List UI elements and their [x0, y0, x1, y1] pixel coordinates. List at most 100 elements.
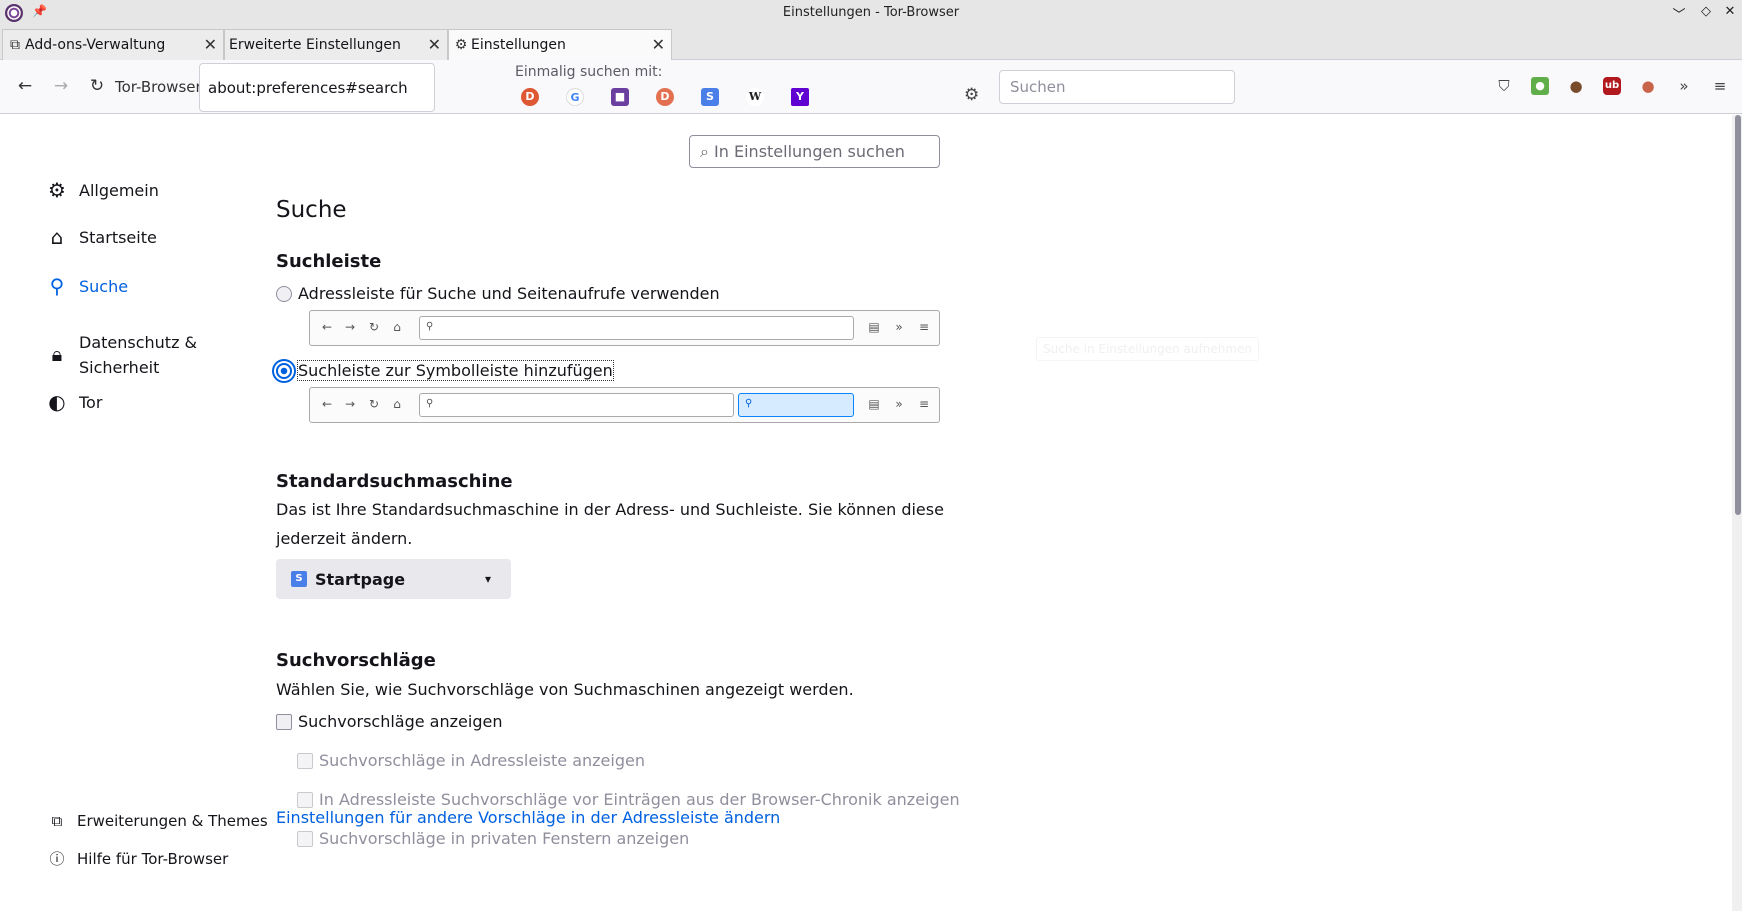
identity-label[interactable]: Tor-Browser [115, 78, 202, 96]
extension-green-icon[interactable]: ● [1531, 77, 1549, 95]
tab-addons[interactable]: ⧉ Add-ons-Verwaltung ✕ [2, 29, 224, 60]
sidebar-help[interactable]: ⓘ Hilfe für Tor-Browser [47, 848, 228, 869]
close-window-icon[interactable]: ✕ [1721, 4, 1739, 19]
window-titlebar: 📌 Einstellungen - Tor-Browser ﹀ ◇ ✕ [0, 0, 1742, 26]
radio-button[interactable] [276, 285, 292, 302]
sidebar-item-tor[interactable]: ◐ Tor [45, 390, 102, 415]
tab-settings[interactable]: ⚙ Einstellungen ✕ [448, 29, 672, 60]
blockchair-icon[interactable]: ■ [611, 88, 629, 106]
chevron-down-icon: ▾ [484, 572, 491, 586]
checkbox-private-suggestions[interactable]: Suchvorschläge in privaten Fenstern anze… [297, 829, 689, 848]
shield-icon[interactable]: ⛉ [1495, 77, 1513, 95]
reload-icon[interactable]: ↻ [86, 76, 108, 96]
hamburger-menu-icon[interactable]: ≡ [1711, 77, 1729, 95]
preview-overflow-icon: » [895, 397, 903, 411]
preview-back-icon: ← [321, 397, 333, 411]
sidebar-item-label: Tor [79, 393, 103, 412]
default-engine-description: Das ist Ihre Standardsuchmaschine in der… [276, 500, 944, 548]
preview-menu-icon: ≡ [918, 397, 930, 411]
tab-label: Erweiterte Einstellungen [229, 37, 401, 53]
duckduckgo-onion-icon[interactable]: D [656, 88, 674, 106]
tab-label: Add-ons-Verwaltung [25, 37, 166, 53]
close-tab-icon[interactable]: ✕ [428, 35, 441, 54]
preview-reload-icon: ↻ [368, 320, 380, 334]
preview-home-icon: ⌂ [393, 320, 401, 334]
sidebar-item-label-line1: Datenschutz & [79, 333, 198, 352]
tab-advanced-settings[interactable]: Erweiterte Einstellungen ✕ [224, 29, 448, 60]
page-title: Suche [276, 197, 347, 223]
preview-forward-icon: → [344, 320, 356, 334]
url-bar[interactable]: about:preferences#search [199, 63, 435, 112]
checkbox[interactable] [276, 713, 292, 730]
startpage-icon[interactable]: S [701, 88, 719, 106]
preferences-page: ⌕ In Einstellungen suchen ⚙ Allgemein ⌂ … [0, 115, 1742, 911]
sidebar-item-home[interactable]: ⌂ Startseite [45, 225, 157, 250]
sidebar-item-label: Suche [79, 277, 129, 296]
puzzle-icon: ⧉ [10, 37, 20, 53]
cookie-icon[interactable]: ● [1567, 77, 1585, 95]
gear-icon: ⚙ [48, 178, 66, 202]
checkbox-label: Suchvorschläge anzeigen [298, 712, 503, 731]
checkbox[interactable] [297, 830, 313, 847]
overflow-chevrons-icon[interactable]: » [1675, 77, 1693, 95]
close-tab-icon[interactable]: ✕ [652, 35, 665, 54]
tab-bar: ⧉ Add-ons-Verwaltung ✕ Erweiterte Einste… [0, 26, 1742, 60]
checkbox-urlbar-suggestions[interactable]: Suchvorschläge in Adressleiste anzeigen [297, 751, 645, 770]
default-engine-dropdown[interactable]: S Startpage ▾ [276, 559, 511, 599]
window-title: Einstellungen - Tor-Browser [782, 5, 960, 20]
tor-onion-icon: ◐ [48, 390, 66, 414]
cookie-extension-icon[interactable]: ● [1639, 77, 1657, 95]
yahoo-icon[interactable]: Y [791, 88, 809, 106]
tab-label: Einstellungen [471, 37, 566, 53]
maximize-icon[interactable]: ◇ [1697, 4, 1715, 19]
settings-search-input[interactable]: ⌕ In Einstellungen suchen [689, 135, 940, 168]
close-tab-icon[interactable]: ✕ [204, 35, 217, 54]
radio-use-urlbar[interactable]: Adressleiste für Suche und Seitenaufrufe… [276, 284, 720, 303]
search-settings-gear-icon[interactable]: ⚙ [964, 85, 979, 105]
preview-searchbar: ⚲ [738, 393, 854, 417]
search-icon: ⚲ [49, 274, 65, 298]
google-icon[interactable]: G [566, 88, 584, 106]
preview-urlbar: ⚲ [419, 316, 854, 340]
radio-button-selected[interactable] [276, 362, 292, 379]
settings-search-placeholder: In Einstellungen suchen [714, 142, 905, 161]
checkbox[interactable] [297, 752, 313, 769]
sidebar-item-search[interactable]: ⚲ Suche [45, 274, 128, 299]
preview-sidebar-icon: ▤ [868, 320, 880, 334]
lock-icon: 🔒︎ [51, 342, 63, 366]
sidebar-item-general[interactable]: ⚙ Allgemein [45, 178, 159, 203]
forward-arrow-icon[interactable]: → [50, 76, 72, 96]
radio-label: Suchleiste zur Symbolleiste hinzufügen [297, 360, 614, 381]
back-arrow-icon[interactable]: ← [14, 76, 36, 96]
help-icon: ⓘ [49, 850, 65, 868]
sidebar-extensions-themes[interactable]: ⧉ Erweiterungen & Themes [47, 812, 268, 830]
checkbox-label: In Adressleiste Suchvorschläge vor Eintr… [319, 790, 960, 809]
preview-reload-icon: ↻ [368, 397, 380, 411]
radio-add-searchbar[interactable]: Suchleiste zur Symbolleiste hinzufügen [276, 360, 614, 381]
sidebar-bottom-label: Erweiterungen & Themes [77, 812, 268, 830]
navigation-toolbar: ← → ↻ Tor-Browser about:preferences#sear… [0, 60, 1742, 114]
sidebar-item-label: Startseite [79, 228, 157, 247]
checkbox-label: Suchvorschläge in privaten Fenstern anze… [319, 829, 690, 848]
scrollbar[interactable] [1732, 115, 1742, 911]
duckduckgo-icon[interactable]: D [521, 88, 539, 106]
checkbox[interactable] [297, 791, 313, 808]
sidebar-item-label: Allgemein [79, 181, 159, 200]
minimize-icon[interactable]: ﹀ [1670, 4, 1688, 23]
gear-icon: ⚙ [454, 37, 468, 53]
ghost-tooltip: Suche in Einstellungen aufnehmen [1036, 337, 1259, 361]
other-suggestions-settings-link[interactable]: Einstellungen für andere Vorschläge in d… [276, 808, 780, 827]
searchbar-preview-image: ← → ↻ ⌂ ⚲ ⚲ ▤ » ≡ [309, 387, 940, 423]
sidebar-item-privacy[interactable]: 🔒︎ Datenschutz & Sicherheit [45, 330, 197, 380]
searchbar-heading: Suchleiste [276, 251, 382, 272]
checkbox-show-suggestions[interactable]: Suchvorschläge anzeigen [276, 712, 502, 731]
preview-sidebar-icon: ▤ [868, 397, 880, 411]
preview-home-icon: ⌂ [393, 397, 401, 411]
sidebar-item-label-line2: Sicherheit [79, 358, 160, 377]
sidebar-bottom-label: Hilfe für Tor-Browser [77, 849, 229, 868]
scrollbar-thumb[interactable] [1735, 115, 1741, 515]
ublock-origin-icon[interactable]: ub [1603, 77, 1621, 95]
search-bar[interactable]: Suchen [999, 70, 1235, 104]
wikipedia-icon[interactable]: W [746, 88, 764, 106]
checkbox-suggestions-before-history[interactable]: In Adressleiste Suchvorschläge vor Eintr… [297, 790, 960, 809]
